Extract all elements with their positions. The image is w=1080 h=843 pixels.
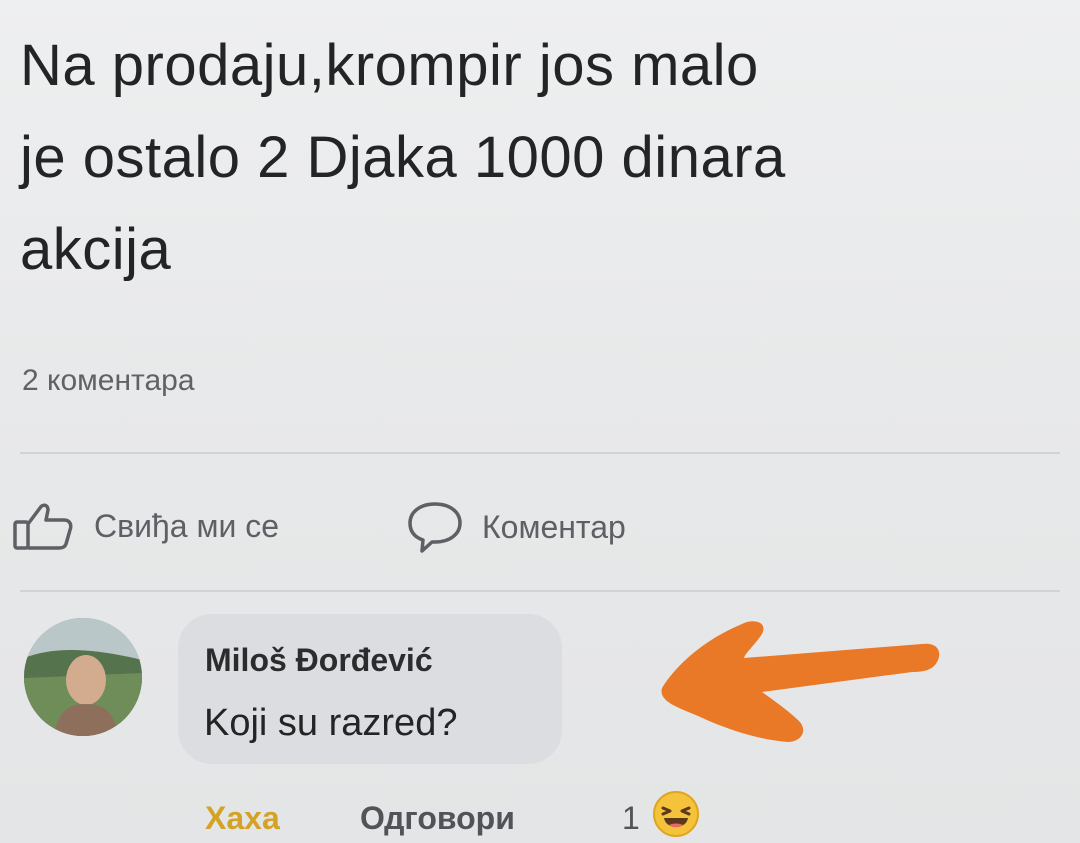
speech-bubble-icon	[406, 500, 464, 554]
facebook-post: Na prodaju,krompir jos malo je ostalo 2 …	[0, 0, 1080, 843]
comment-count-link[interactable]: 2 коментара	[22, 364, 195, 398]
divider-bottom	[20, 590, 1060, 592]
comment-label: Коментар	[482, 508, 626, 545]
like-button[interactable]: Свиђа ми се	[12, 500, 279, 552]
comment-author[interactable]: Miloš Đorđević	[205, 642, 433, 679]
post-text: Na prodaju,krompir jos malo je ostalo 2 …	[20, 33, 786, 282]
laughing-emoji-icon	[652, 790, 700, 838]
like-label: Свиђа ми се	[94, 507, 280, 544]
comment-text: Koji su razred?	[204, 702, 458, 744]
comment-button[interactable]: Коментар	[406, 500, 626, 554]
arrow-left-annotation	[650, 600, 950, 750]
reaction-count[interactable]: 1	[622, 800, 640, 837]
avatar[interactable]	[24, 618, 142, 736]
haha-reaction-button[interactable]: Хаха	[205, 800, 280, 837]
reply-button[interactable]: Одговори	[360, 800, 515, 837]
divider-top	[20, 452, 1060, 454]
thumbs-up-icon	[12, 500, 76, 552]
